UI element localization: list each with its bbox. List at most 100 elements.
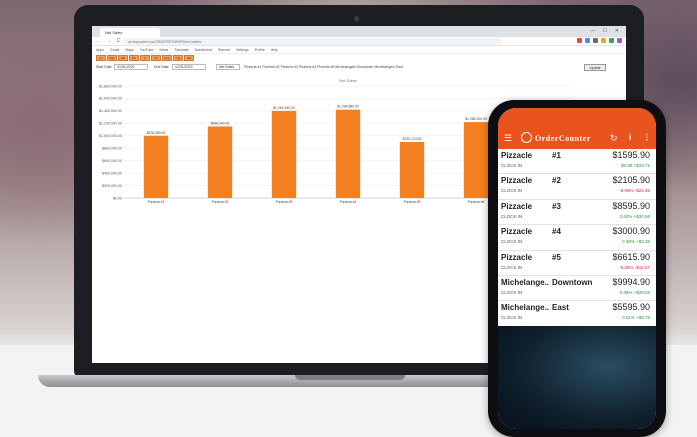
store-name: Pizzacle	[501, 227, 533, 237]
sales-change: $0.99 +$33.71	[621, 163, 650, 168]
clock-status: CLOCK IN	[501, 289, 523, 295]
address-row: ← → C orderpower.us/ORDERPOWER/net-sales	[92, 37, 626, 46]
store-row[interactable]: Pizzacle #3 $8595.90 CLOCK IN 2.60% +$37.68	[498, 199, 656, 226]
toolbar-button[interactable]: Cfg	[173, 55, 183, 61]
store-list: Pizzacle #1 $1595.90 CLOCK IN $0.99 +$33.71 P…	[498, 149, 656, 327]
clock-status: CLOCK IN	[501, 188, 523, 194]
sales-change: 0.38% +$3.35	[622, 239, 650, 245]
start-date-label: Start Date	[96, 65, 112, 69]
end-date-label: End Date	[154, 65, 169, 69]
data-label: $998,040.00	[211, 121, 230, 125]
data-label: $876,380.00	[147, 131, 166, 135]
phone-app-bar: ☰ OrderCounter ↻ i ⋮	[498, 108, 656, 149]
store-row[interactable]: Pizzacle #2 $2105.90 CLOCK IN -6.09% -$22.28	[498, 174, 656, 200]
browser-tab[interactable]: Net Sales	[100, 28, 160, 37]
y-tick-label: $200,000.00	[102, 184, 122, 188]
y-tick-label: $800,000.00	[102, 147, 122, 151]
bar	[463, 122, 489, 198]
extension-icon[interactable]	[609, 38, 614, 43]
window-controls[interactable]: — ☐ ✕	[591, 28, 622, 34]
bar	[399, 142, 425, 198]
extension-icons	[577, 38, 622, 43]
store-row[interactable]: Pizzacle #4 $3000.90 CLOCK IN 0.38% +$3.35	[498, 225, 656, 251]
phone-screen: ☰ OrderCounter ↻ i ⋮ Pizzacle #1 $1595.90 C…	[498, 108, 656, 429]
laptop-notch	[295, 375, 405, 380]
sales-change: 2.60% +$37.68	[619, 213, 650, 219]
bar	[271, 110, 297, 198]
toolbar-button[interactable]: Prt	[151, 55, 161, 61]
bookmark-item[interactable]: Help	[271, 48, 278, 52]
bookmark-item[interactable]: News	[159, 48, 168, 52]
store-row[interactable]: Pizzacle #1 $1595.90 CLOCK IN $0.99 +$33.71	[498, 149, 656, 175]
refresh-icon[interactable]: ↻	[610, 133, 618, 144]
bar	[207, 126, 233, 198]
bookmark-item[interactable]: YouTube	[140, 48, 154, 52]
bookmark-item[interactable]: Settings	[236, 48, 249, 52]
extension-icon[interactable]	[601, 38, 606, 43]
extension-icon[interactable]	[577, 38, 582, 43]
bookmark-item[interactable]: Translate	[174, 48, 188, 52]
metric-select[interactable]: Net Sales	[216, 64, 240, 70]
x-tick-label: Pizzeria #5	[404, 200, 421, 204]
webcam-icon	[354, 16, 359, 21]
store-name: Michelange..	[501, 303, 550, 313]
store-row[interactable]: Michelange.. Downtown $9994.90 CLOCK IN 0.89…	[498, 275, 656, 302]
data-label: $720,124.00	[403, 137, 422, 141]
toolbar-button[interactable]: Hlp	[184, 55, 194, 61]
store-row[interactable]: Michelange.. East $5595.90 CLOCK IN 0.51% +$…	[498, 301, 656, 327]
toolbar-button[interactable]: Exp	[162, 55, 172, 61]
bookmark-item[interactable]: Apps	[96, 48, 104, 52]
bookmarks-bar: Apps Gmail Maps YouTube News Translate Dashboa…	[92, 46, 626, 54]
store-number: #2	[552, 176, 561, 186]
nav-buttons[interactable]: ← → C	[96, 38, 122, 44]
x-tick-label: Pizzeria #1	[148, 200, 165, 204]
update-button[interactable]: Update	[584, 64, 606, 71]
extension-icon[interactable]	[617, 38, 622, 43]
y-tick-label: $1,800,000.00	[99, 84, 122, 88]
chart-title: Net Sales	[339, 78, 356, 83]
store-number: #5	[552, 252, 561, 262]
bookmark-item[interactable]: Reports	[218, 48, 230, 52]
bookmark-item[interactable]: Dashboard	[195, 48, 212, 52]
x-tick-label: Pizzeria #4	[340, 200, 357, 204]
sales-value: $5595.90	[612, 302, 650, 313]
sales-change: 0.51% +$5.75	[622, 315, 650, 321]
data-label: $1,264,340.00	[273, 106, 295, 110]
toolbar-button[interactable]: Wk	[118, 55, 128, 61]
start-date-field[interactable]: 01/01/2020	[114, 64, 148, 70]
toolbar-button[interactable]: Day	[107, 55, 117, 61]
y-tick-label: $1,200,000.00	[99, 122, 122, 126]
extension-icon[interactable]	[593, 38, 598, 43]
toolbar-button[interactable]: Fil	[96, 55, 106, 61]
toolbar-button[interactable]: Yr	[140, 55, 150, 61]
y-tick-label: $1,600,000.00	[99, 97, 122, 101]
sales-change: -0.06% -$12.57	[619, 264, 650, 270]
app-toolbar: Fil Day Wk Mo Yr Prt Exp Cfg Hlp	[92, 54, 626, 62]
store-number: Downtown	[552, 277, 593, 287]
bookmark-item[interactable]: Profile	[255, 48, 265, 52]
y-tick-label: $1,400,000.00	[99, 109, 122, 113]
sales-change: 0.89% +$28.55	[619, 289, 650, 295]
store-number: #3	[552, 201, 561, 211]
brand-name: OrderCounter	[535, 134, 591, 143]
filter-row: Start Date 01/01/2020 End Date 12/31/202…	[92, 63, 626, 72]
bookmark-item[interactable]: Gmail	[110, 48, 119, 52]
bookmark-item[interactable]: Maps	[125, 48, 134, 52]
x-tick-label: Pizzeria #3	[276, 200, 293, 204]
sales-value: $6615.90	[612, 251, 650, 262]
logo-icon	[521, 132, 532, 143]
bar	[143, 135, 169, 198]
address-bar[interactable]: orderpower.us/ORDERPOWER/net-sales	[122, 38, 502, 45]
sales-value: $3000.90	[612, 226, 650, 237]
y-tick-label: $400,000.00	[102, 171, 122, 175]
end-date-field[interactable]: 12/31/2020	[172, 64, 206, 70]
toolbar-button[interactable]: Mo	[129, 55, 139, 61]
info-icon[interactable]: i	[629, 133, 631, 142]
hamburger-menu-icon[interactable]: ☰	[504, 134, 512, 143]
x-tick-label: Pizzeria #6	[468, 200, 485, 204]
extension-icon[interactable]	[585, 38, 590, 43]
more-menu-icon[interactable]: ⋮	[643, 133, 651, 142]
store-checkboxes[interactable]: Pizzeria #1 Pizzeria #2 Pizzeria #3 Pizz…	[244, 65, 403, 69]
store-row[interactable]: Pizzacle #5 $6615.90 CLOCK IN -0.06% -$12.57	[498, 250, 656, 276]
store-name: Pizzacle	[501, 151, 533, 160]
